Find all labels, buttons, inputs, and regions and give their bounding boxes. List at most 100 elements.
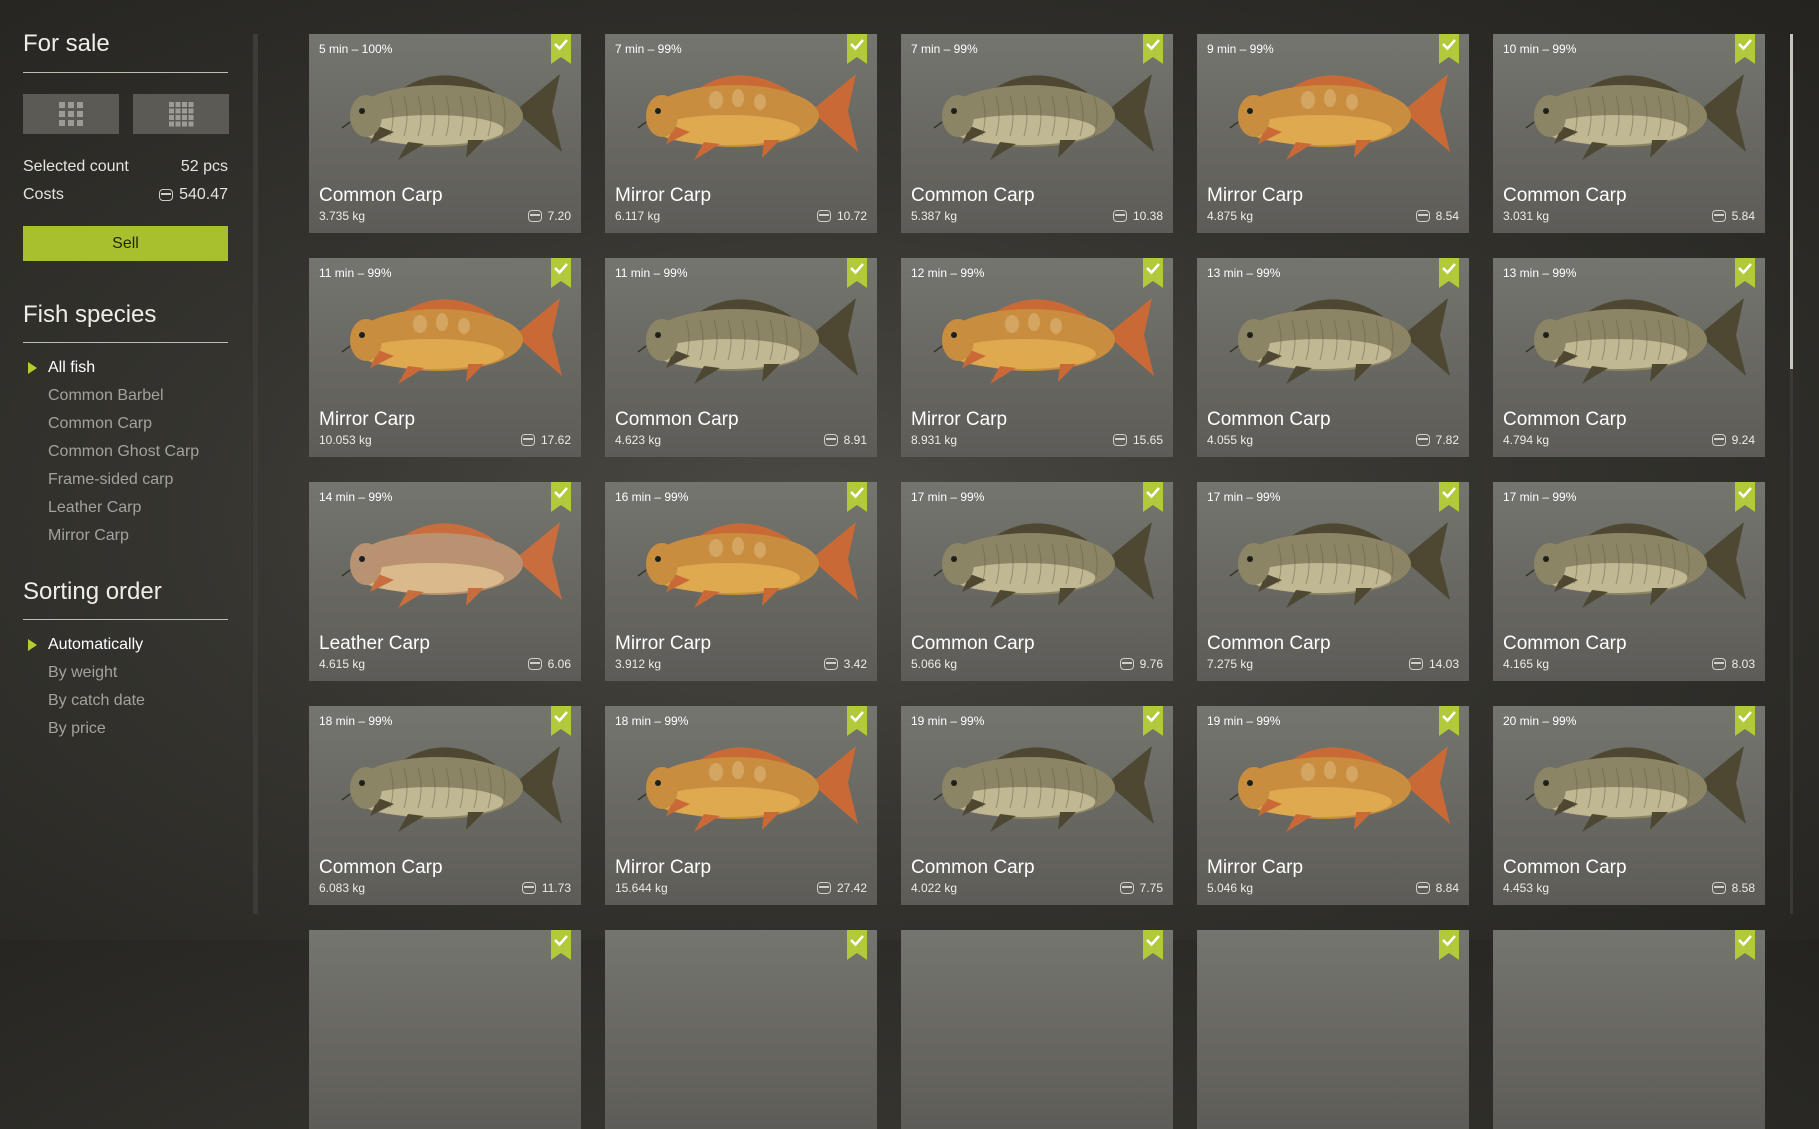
price-value: 5.84 bbox=[1731, 209, 1755, 223]
check-bookmark-icon[interactable] bbox=[1143, 930, 1163, 960]
fish-card[interactable] bbox=[901, 930, 1173, 1129]
species-option[interactable]: Leather Carp bbox=[23, 494, 228, 522]
coin-stack-icon bbox=[816, 210, 831, 222]
fish-price: 8.03 bbox=[1711, 657, 1755, 671]
coin-stack-icon bbox=[527, 658, 542, 670]
fish-card[interactable] bbox=[1493, 930, 1765, 1129]
fish-name: Mirror Carp bbox=[615, 857, 712, 878]
fish-card[interactable]: 13 min – 99% Common Carp 4.055 kg 7.82 bbox=[1197, 258, 1469, 457]
price-value: 6.06 bbox=[547, 657, 571, 671]
price-value: 8.84 bbox=[1435, 881, 1459, 895]
sorting-list: Automatically By weight By catch date By pr… bbox=[23, 631, 228, 743]
fish-card[interactable]: 18 min – 99% Mirror Carp 15.644 kg 27.42 bbox=[605, 706, 877, 905]
check-bookmark-icon[interactable] bbox=[847, 930, 867, 960]
fish-card[interactable]: 16 min – 99% Mirror Carp 3.912 kg 3.42 bbox=[605, 482, 877, 681]
fish-price: 9.24 bbox=[1711, 433, 1755, 447]
selected-count-value: 52 pcs bbox=[180, 158, 228, 175]
check-bookmark-icon[interactable] bbox=[1735, 930, 1755, 960]
price-value: 8.58 bbox=[1731, 881, 1755, 895]
coin-stack-icon bbox=[1415, 210, 1430, 222]
species-option[interactable]: Common Ghost Carp bbox=[23, 438, 228, 466]
fish-price: 11.73 bbox=[521, 881, 571, 895]
leather-carp-image bbox=[341, 522, 562, 608]
catch-time: 17 min – 99% bbox=[911, 490, 985, 504]
selected-count-label: Selected count bbox=[23, 158, 129, 175]
catch-time: 19 min – 99% bbox=[1207, 714, 1281, 728]
fish-price: 3.42 bbox=[823, 657, 867, 671]
fish-weight: 3.735 kg bbox=[319, 209, 366, 223]
fish-name: Leather Carp bbox=[319, 633, 430, 654]
fish-card[interactable]: 17 min – 99% Common Carp 4.165 kg 8.03 bbox=[1493, 482, 1765, 681]
fish-card[interactable]: 18 min – 99% Common Carp 6.083 kg 11.73 bbox=[309, 706, 581, 905]
fish-card[interactable]: 9 min – 99% Mirror Carp 4.875 kg 8.54 bbox=[1197, 34, 1469, 233]
fish-price: 10.72 bbox=[816, 209, 867, 223]
sorting-option[interactable]: By weight bbox=[23, 659, 228, 687]
price-value: 8.54 bbox=[1435, 209, 1459, 223]
fish-card[interactable]: 12 min – 99% Mirror Carp 8.931 kg 15.65 bbox=[901, 258, 1173, 457]
fish-name: Common Carp bbox=[911, 857, 1035, 878]
catch-time: 18 min – 99% bbox=[319, 714, 393, 728]
fish-card[interactable]: 13 min – 99% Common Carp 4.794 kg 9.24 bbox=[1493, 258, 1765, 457]
sell-button[interactable]: Sell bbox=[23, 226, 228, 261]
coin-stack-icon bbox=[823, 434, 838, 446]
fish-card[interactable]: 11 min – 99% Common Carp 4.623 kg 8.91 bbox=[605, 258, 877, 457]
costs-total: 540.47 bbox=[159, 186, 228, 204]
catch-time: 17 min – 99% bbox=[1503, 490, 1577, 504]
fish-card[interactable]: 17 min – 99% Common Carp 5.066 kg 9.76 bbox=[901, 482, 1173, 681]
scrollbar-thumb[interactable] bbox=[1790, 34, 1793, 369]
fish-card[interactable]: 10 min – 99% Common Carp 3.031 kg 5.84 bbox=[1493, 34, 1765, 233]
fish-card[interactable]: 17 min – 99% Common Carp 7.275 kg 14.03 bbox=[1197, 482, 1469, 681]
fish-price: 8.91 bbox=[823, 433, 867, 447]
common-carp-image bbox=[933, 746, 1154, 832]
species-option[interactable]: All fish bbox=[23, 354, 228, 382]
title-divider bbox=[23, 72, 228, 73]
grid-small-icon bbox=[169, 102, 194, 127]
species-option[interactable]: Common Barbel bbox=[23, 382, 228, 410]
common-carp-image bbox=[1229, 522, 1450, 608]
fish-weight: 8.931 kg bbox=[911, 433, 958, 447]
fish-name: Common Carp bbox=[1207, 633, 1331, 654]
fish-card[interactable]: 11 min – 99% Mirror Carp 10.053 kg 17.62 bbox=[309, 258, 581, 457]
coin-stack-icon bbox=[1711, 434, 1726, 446]
sorting-option[interactable]: By price bbox=[23, 715, 228, 743]
fish-price: 5.84 bbox=[1711, 209, 1755, 223]
mirror-carp-image bbox=[933, 298, 1154, 384]
fish-price: 7.75 bbox=[1119, 881, 1163, 895]
check-bookmark-icon[interactable] bbox=[551, 930, 571, 960]
fish-card[interactable] bbox=[1197, 930, 1469, 1129]
fish-grid: 5 min – 100% Common Carp 3.735 kg 7.20 7 min… bbox=[309, 34, 1765, 1129]
species-option[interactable]: Frame-sided carp bbox=[23, 466, 228, 494]
view-small-button[interactable] bbox=[133, 94, 229, 134]
fish-card[interactable]: 14 min – 99% Leather Carp 4.615 kg 6.06 bbox=[309, 482, 581, 681]
costs-row: Costs 540.47 bbox=[23, 186, 228, 204]
fish-card[interactable]: 7 min – 99% Common Carp 5.387 kg 10.38 bbox=[901, 34, 1173, 233]
species-option[interactable]: Mirror Carp bbox=[23, 522, 228, 550]
mirror-carp-image bbox=[637, 522, 858, 608]
price-value: 7.75 bbox=[1139, 881, 1163, 895]
fish-card[interactable]: 19 min – 99% Mirror Carp 5.046 kg 8.84 bbox=[1197, 706, 1469, 905]
fish-weight: 15.644 kg bbox=[615, 881, 668, 895]
grid-large-icon bbox=[59, 102, 83, 126]
fish-weight: 4.453 kg bbox=[1503, 881, 1550, 895]
fish-name: Mirror Carp bbox=[615, 185, 712, 206]
catch-time: 19 min – 99% bbox=[911, 714, 985, 728]
check-bookmark-icon[interactable] bbox=[1439, 930, 1459, 960]
fish-card[interactable]: 7 min – 99% Mirror Carp 6.117 kg 10.72 bbox=[605, 34, 877, 233]
price-value: 9.24 bbox=[1731, 433, 1755, 447]
sidebar-divider bbox=[253, 34, 258, 914]
sorting-option[interactable]: Automatically bbox=[23, 631, 228, 659]
coin-stack-icon bbox=[1119, 882, 1134, 894]
fish-card[interactable]: 5 min – 100% Common Carp 3.735 kg 7.20 bbox=[309, 34, 581, 233]
coin-stack-icon bbox=[1112, 434, 1127, 446]
for-sale-title: For sale bbox=[23, 30, 110, 57]
sorting-option[interactable]: By catch date bbox=[23, 687, 228, 715]
fish-card[interactable]: 19 min – 99% Common Carp 4.022 kg 7.75 bbox=[901, 706, 1173, 905]
fish-card[interactable] bbox=[309, 930, 581, 1129]
species-option[interactable]: Common Carp bbox=[23, 410, 228, 438]
costs-label: Costs bbox=[23, 186, 64, 203]
mirror-carp-image bbox=[341, 298, 562, 384]
fish-card[interactable] bbox=[605, 930, 877, 1129]
price-value: 10.38 bbox=[1132, 209, 1163, 223]
view-large-button[interactable] bbox=[23, 94, 119, 134]
fish-card[interactable]: 20 min – 99% Common Carp 4.453 kg 8.58 bbox=[1493, 706, 1765, 905]
